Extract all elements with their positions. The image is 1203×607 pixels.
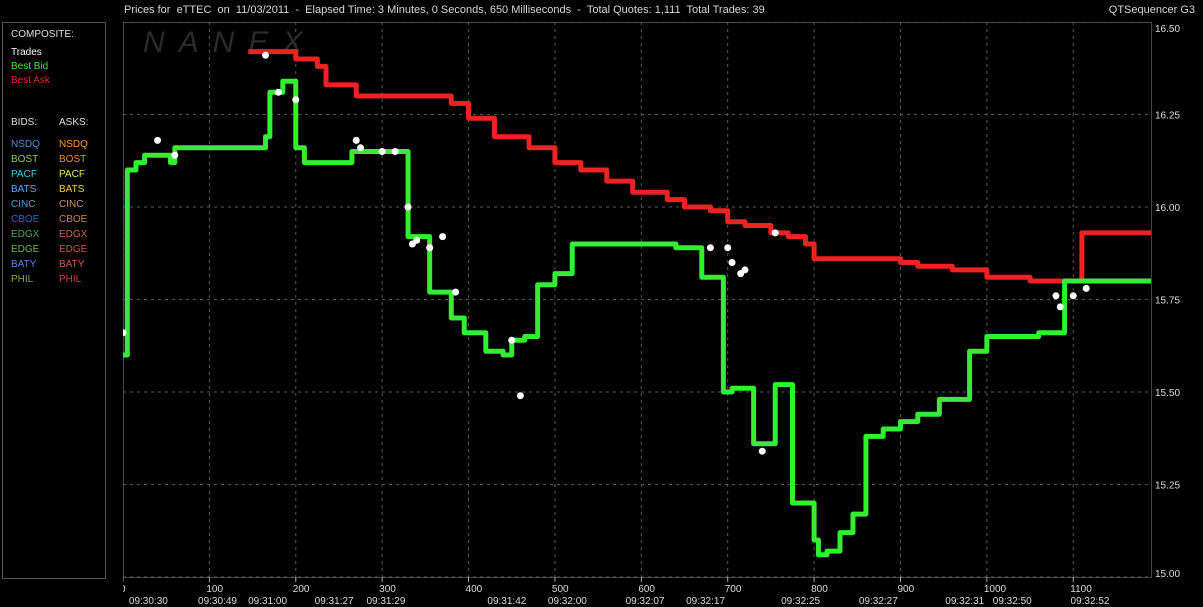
- time-label: 09:31:00: [248, 596, 287, 607]
- time-label: 09:32:07: [626, 596, 665, 607]
- legend-bid-edge[interactable]: EDGE: [11, 244, 39, 255]
- legend-bid-pacf[interactable]: PACF: [11, 169, 37, 180]
- trade-point: [741, 266, 749, 274]
- x-tick-label: 100: [206, 584, 223, 595]
- trade-point: [404, 203, 412, 211]
- trade-point: [1052, 292, 1060, 300]
- legend-ask-nsdq[interactable]: NSDQ: [59, 139, 88, 150]
- legend-ask-bats[interactable]: BATS: [59, 184, 84, 195]
- time-label: 09:32:52: [1071, 596, 1110, 607]
- y-tick-label: 16.50: [1155, 24, 1180, 35]
- legend-ask-edge[interactable]: EDGE: [59, 244, 87, 255]
- trade-point: [171, 151, 179, 159]
- x-tick-label: 600: [638, 584, 655, 595]
- price-chart: NANEX 15.0015.2515.5015.7516.0016.2516.5…: [123, 22, 1180, 607]
- bids-title: BIDS:: [11, 117, 38, 128]
- legend-ask-edgx[interactable]: EDGX: [59, 229, 87, 240]
- legend-ask-phil[interactable]: PHIL: [59, 274, 81, 285]
- legend-panel: COMPOSITE: Trades Best Bid Best Ask BIDS…: [2, 22, 106, 579]
- trade-point: [728, 259, 736, 266]
- y-tick-label: 16.25: [1155, 111, 1180, 122]
- legend-ask-cinc[interactable]: CINC: [59, 199, 83, 210]
- legend-best-bid[interactable]: Best Bid: [11, 61, 48, 72]
- x-tick-label: 900: [897, 584, 914, 595]
- time-label: 09:32:50: [993, 596, 1032, 607]
- legend-ask-pacf[interactable]: PACF: [59, 169, 85, 180]
- app-name: QTSequencer G3: [1108, 4, 1195, 16]
- x-tick-label: 400: [466, 584, 483, 595]
- trade-point: [439, 233, 447, 241]
- trade-point: [413, 236, 421, 244]
- time-label: 09:31:27: [315, 596, 354, 607]
- trade-point: [426, 244, 434, 252]
- trade-point: [378, 148, 386, 155]
- y-axis: 15.00 15.25 15.50 15.75 16.00 16.25 16.50: [1155, 24, 1180, 580]
- legend-bid-baty[interactable]: BATY: [11, 259, 36, 270]
- x-tick-label: 300: [379, 584, 396, 595]
- x-tick-label: 1100: [1070, 584, 1092, 595]
- grid-lines: [123, 22, 1152, 578]
- chart-title: Prices for eTTEC on 11/03/2011 - Elapsed…: [124, 4, 765, 16]
- time-label: 09:32:00: [548, 596, 587, 607]
- trade-point: [771, 229, 779, 237]
- time-label: 09:30:30: [129, 596, 168, 607]
- trade-point: [292, 96, 300, 104]
- trade-point: [1069, 292, 1077, 300]
- chart-series: [123, 49, 1151, 558]
- best-bid-line: [123, 78, 1151, 558]
- chart-plot-area: NANEX 15.00 15.25 15.50 15.75 16.00 16.25 16.5…: [123, 22, 1180, 607]
- x-tick-label: 700: [725, 584, 742, 595]
- trade-point: [1056, 303, 1064, 311]
- legend-bid-bost[interactable]: BOST: [11, 154, 38, 165]
- trade-point: [706, 244, 714, 252]
- y-tick-label: 16.00: [1155, 203, 1180, 214]
- trade-point: [1082, 284, 1090, 292]
- trade-point: [516, 392, 524, 400]
- trade-point: [357, 144, 365, 152]
- legend-ask-cboe[interactable]: CBOE: [59, 214, 87, 225]
- y-tick-label: 15.75: [1155, 296, 1180, 307]
- legend-ask-baty[interactable]: BATY: [59, 259, 84, 270]
- trade-point: [352, 136, 360, 144]
- legend-best-ask[interactable]: Best Ask: [11, 75, 50, 86]
- y-tick-label: 15.00: [1155, 569, 1180, 580]
- y-tick-label: 15.25: [1155, 481, 1180, 492]
- x-tick-label: 800: [811, 584, 828, 595]
- x-tick-label: 200: [293, 584, 310, 595]
- time-label: 09:32:25: [781, 596, 820, 607]
- time-label: 09:32:27: [859, 596, 898, 607]
- trade-point: [154, 136, 162, 144]
- trade-point: [452, 288, 460, 296]
- time-label: 09:30:49: [198, 596, 237, 607]
- x-axis: 01002003004005006007008009001000110009:3…: [123, 577, 1110, 607]
- composite-title: COMPOSITE:: [11, 29, 74, 40]
- x-tick-label: 0: [123, 584, 126, 595]
- x-tick-label: 500: [552, 584, 569, 595]
- legend-bid-nsdq[interactable]: NSDQ: [11, 139, 40, 150]
- y-tick-label: 15.50: [1155, 388, 1180, 399]
- legend-trades[interactable]: Trades: [11, 47, 42, 58]
- time-label: 09:31:42: [487, 596, 526, 607]
- trade-point: [274, 88, 282, 96]
- time-label: 09:32:17: [686, 596, 725, 607]
- asks-title: ASKS:: [59, 117, 89, 128]
- trade-point: [391, 148, 399, 155]
- legend-bid-cboe[interactable]: CBOE: [11, 214, 39, 225]
- legend-bid-bats[interactable]: BATS: [11, 184, 36, 195]
- legend-ask-bost[interactable]: BOST: [59, 154, 86, 165]
- legend-bid-edgx[interactable]: EDGX: [11, 229, 39, 240]
- time-label: 09:31:29: [366, 596, 405, 607]
- trade-point: [508, 336, 516, 344]
- trade-point: [758, 447, 766, 455]
- legend-bid-phil[interactable]: PHIL: [11, 274, 33, 285]
- legend-bid-cinc[interactable]: CINC: [11, 199, 35, 210]
- trade-point: [262, 51, 270, 59]
- title-bar: Prices for eTTEC on 11/03/2011 - Elapsed…: [0, 0, 1203, 20]
- trade-point: [724, 244, 732, 252]
- time-label: 09:32:31: [945, 596, 984, 607]
- x-tick-label: 1000: [984, 584, 1007, 595]
